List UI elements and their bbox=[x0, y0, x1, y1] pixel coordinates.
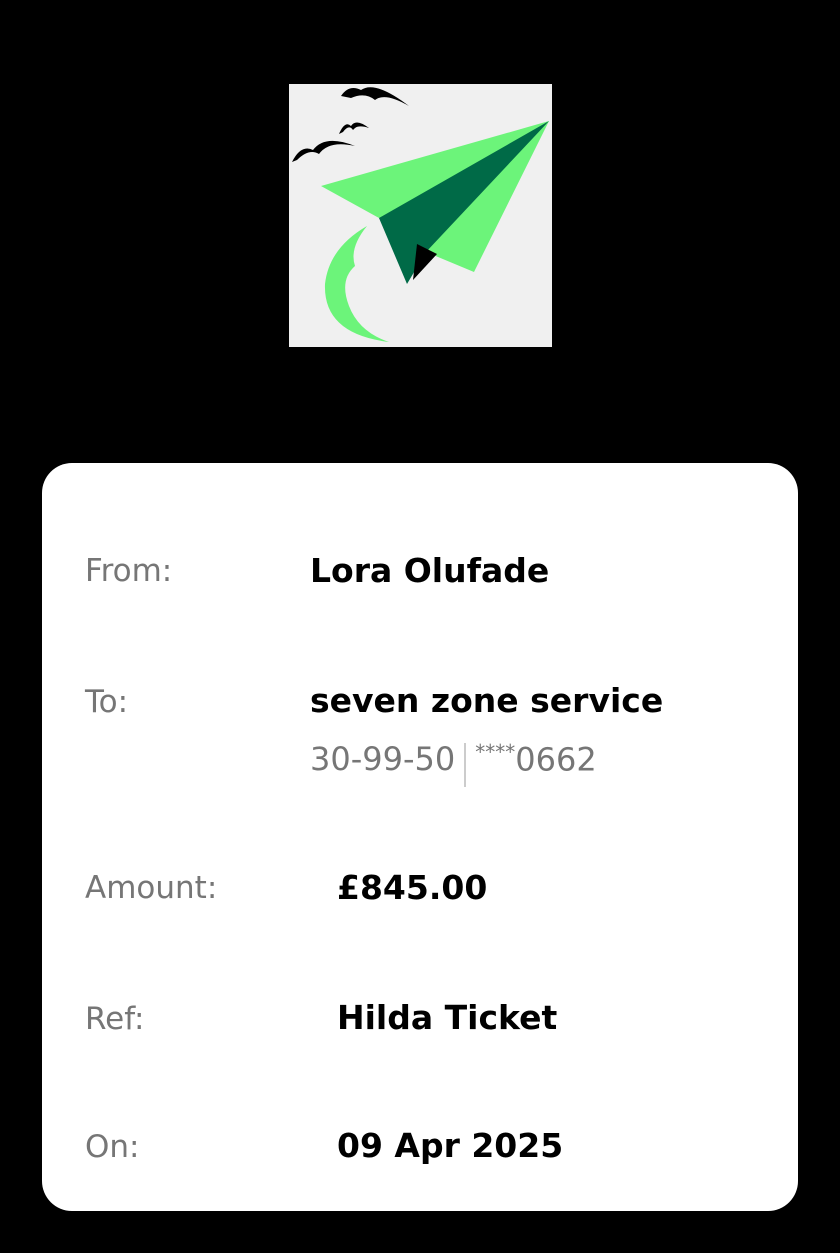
on-value: 09 Apr 2025 bbox=[337, 1126, 564, 1165]
amount-value: £845.00 bbox=[337, 868, 488, 907]
account-details: 30-99-50 ****0662 bbox=[310, 737, 597, 787]
account-last4: 0662 bbox=[515, 740, 597, 779]
from-label: From: bbox=[85, 553, 173, 589]
paper-plane-logo-icon bbox=[292, 87, 549, 342]
ref-label: Ref: bbox=[85, 1001, 145, 1037]
account-divider bbox=[464, 743, 467, 787]
app-logo bbox=[289, 84, 552, 347]
account-number: ****0662 bbox=[475, 742, 596, 776]
ref-value: Hilda Ticket bbox=[337, 998, 558, 1037]
account-mask: **** bbox=[475, 740, 516, 765]
sort-code: 30-99-50 bbox=[310, 740, 456, 778]
payment-details-card: From: Lora Olufade To: seven zone servic… bbox=[42, 463, 798, 1211]
to-value: seven zone service bbox=[310, 681, 664, 720]
to-label: To: bbox=[85, 684, 129, 720]
amount-label: Amount: bbox=[85, 870, 218, 906]
on-label: On: bbox=[85, 1129, 140, 1165]
from-value: Lora Olufade bbox=[310, 551, 550, 590]
